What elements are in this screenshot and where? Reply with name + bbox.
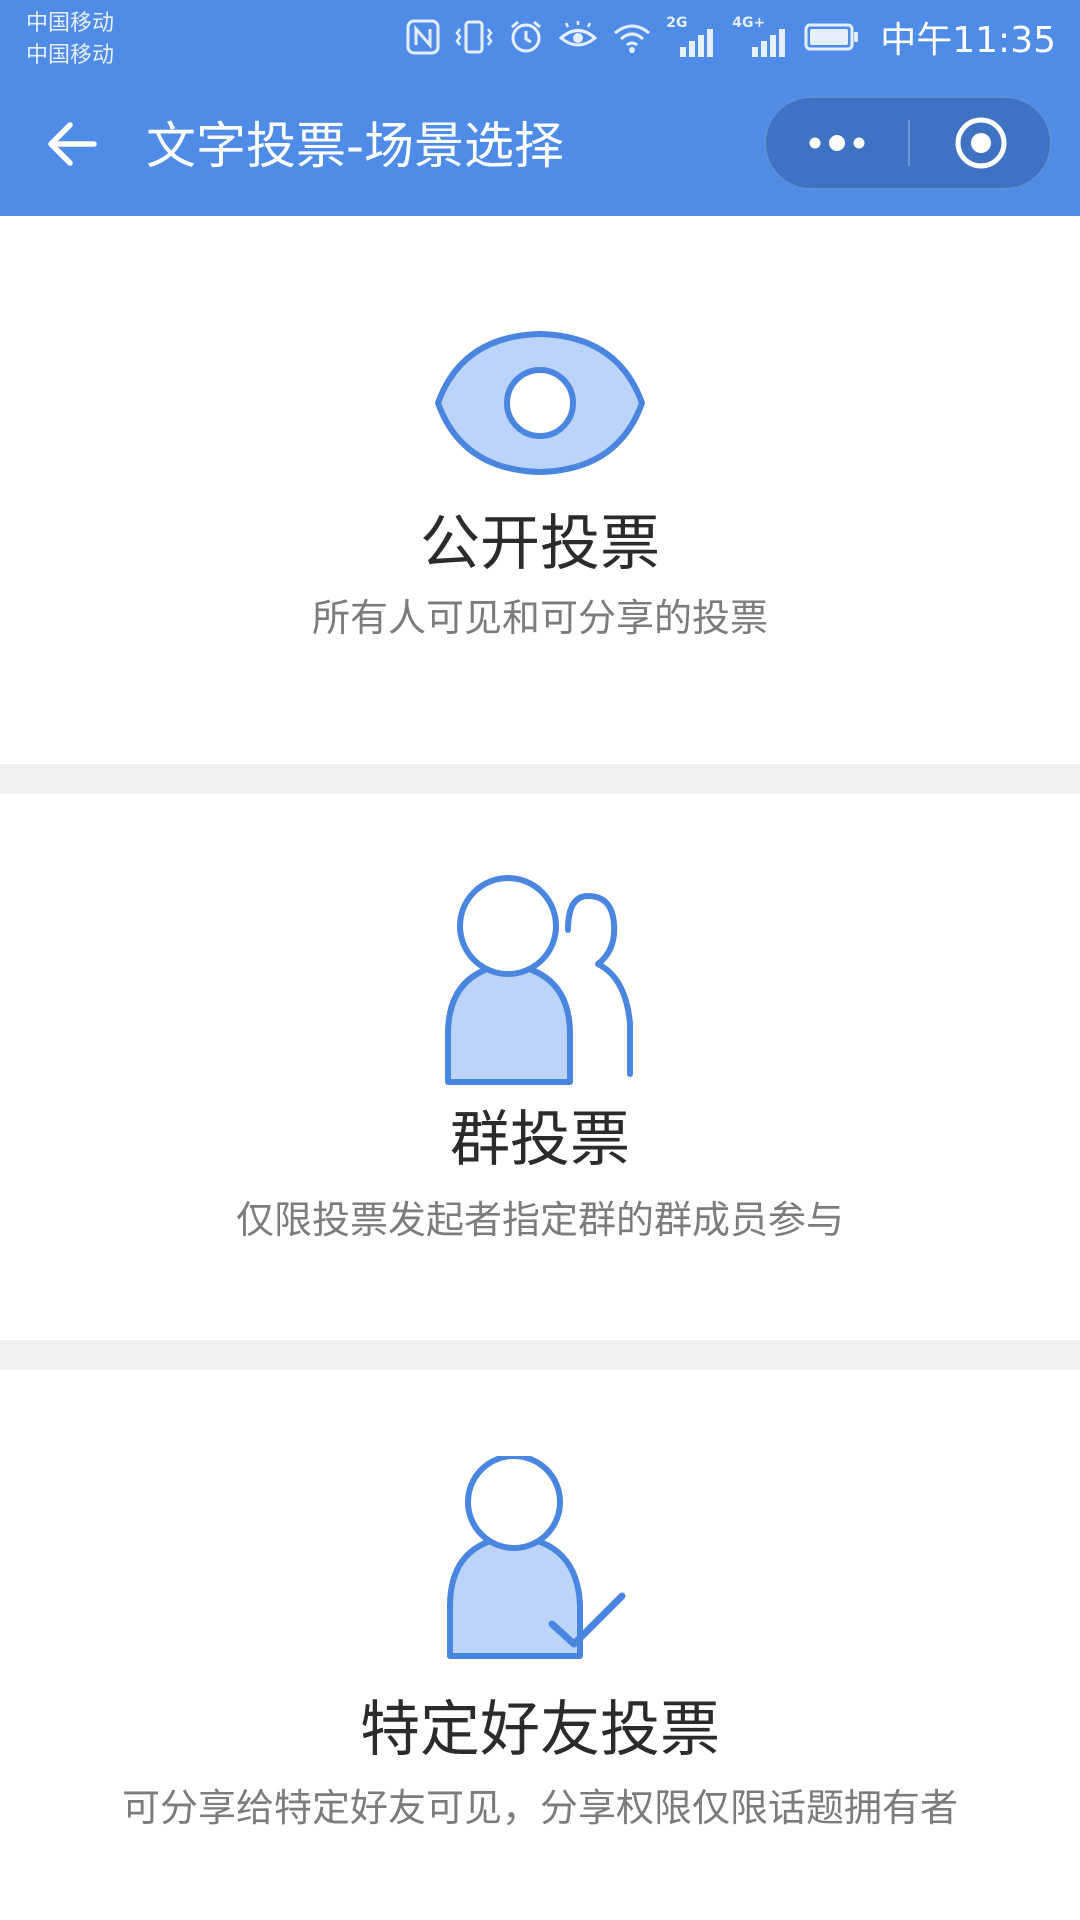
- signal-4g-group: 4G+: [732, 15, 790, 57]
- vibrate-icon: [455, 20, 493, 54]
- more-button[interactable]: [766, 98, 908, 188]
- target-circle-icon: [955, 117, 1007, 169]
- option-title: 公开投票: [420, 509, 660, 579]
- option-title: 特定好友投票: [360, 1695, 720, 1765]
- alarm-icon: [511, 20, 542, 53]
- eye-comfort-icon: [558, 21, 598, 47]
- user-check-icon: [420, 1456, 660, 1666]
- back-button[interactable]: [36, 112, 108, 176]
- mini-program-capsule: [764, 96, 1052, 190]
- section-divider: [0, 1340, 1080, 1370]
- option-group-vote[interactable]: 群投票 仅限投票发起者指定群的群成员参与: [0, 794, 1080, 1340]
- signal-bars-icon: [680, 29, 714, 57]
- wifi-icon: [614, 24, 651, 53]
- eye-icon: [420, 328, 660, 475]
- more-dots-icon: [809, 135, 865, 151]
- option-description: 仅限投票发起者指定群的群成员参与: [235, 1198, 844, 1242]
- option-title: 群投票: [450, 1105, 630, 1175]
- signal-bars-icon: [752, 29, 786, 57]
- close-mini-program-button[interactable]: [910, 98, 1052, 188]
- top-bar: 中国移动 中国移动 2G 4G+ 中午11:35 文字投票-场景选择: [0, 0, 1080, 216]
- page-title: 文字投票-场景选择: [146, 117, 565, 175]
- nfc-icon: [406, 19, 440, 55]
- carrier-info: 中国移动 中国移动: [26, 8, 114, 72]
- option-description: 所有人可见和可分享的投票: [311, 596, 768, 640]
- group-icon: [420, 874, 660, 1094]
- carrier-label-1: 中国移动: [26, 11, 115, 36]
- option-public-vote[interactable]: 公开投票 所有人可见和可分享的投票: [0, 216, 1080, 764]
- status-icons: 2G 4G+ 中午11:35: [406, 12, 1056, 62]
- option-description: 可分享给特定好友可见，分享权限仅限话题拥有者: [121, 1786, 958, 1830]
- battery-icon: [804, 23, 859, 51]
- signal-2g-group: 2G: [666, 15, 718, 57]
- arrow-left-icon: [48, 122, 97, 166]
- carrier-label-2: 中国移动: [26, 43, 115, 68]
- clock-time: 中午11:35: [880, 20, 1056, 61]
- section-divider: [0, 764, 1080, 794]
- option-friends-vote[interactable]: 特定好友投票 可分享给特定好友可见，分享权限仅限话题拥有者: [0, 1370, 1080, 1920]
